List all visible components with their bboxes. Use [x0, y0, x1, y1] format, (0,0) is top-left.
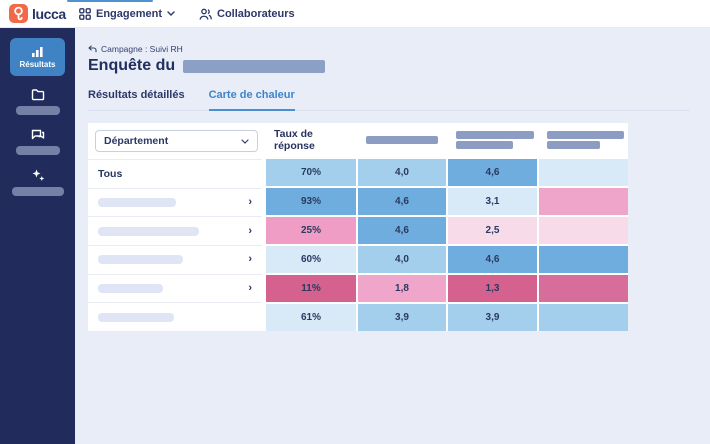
page-title: Enquête du	[88, 57, 690, 75]
redacted-label	[456, 141, 513, 149]
table-row-label-redacted[interactable]: ›	[88, 244, 262, 274]
redacted-label	[456, 131, 534, 139]
redacted-label	[98, 283, 163, 293]
redacted-label	[15, 106, 60, 115]
redacted-label	[98, 226, 199, 236]
row-expand-chevron[interactable]: ›	[248, 225, 252, 237]
lucca-logo-icon	[9, 4, 28, 23]
heatmap-cell: 4,6	[358, 188, 446, 215]
table-row-label-redacted	[88, 302, 262, 331]
nav-engagement[interactable]: Engagement	[79, 8, 175, 20]
heatmap-cell: 1,8	[358, 275, 446, 302]
redacted-label	[366, 136, 438, 144]
tab-resultats-detailles[interactable]: Résultats détaillés	[88, 89, 185, 111]
sidebar-item-redacted-3[interactable]	[11, 168, 64, 196]
redacted-label	[98, 197, 176, 207]
redacted-label	[547, 131, 624, 139]
heatmap-cell	[539, 188, 628, 215]
sparkle-icon	[32, 169, 44, 181]
heatmap-cell	[539, 217, 628, 244]
heatmap-cell: 2,5	[448, 217, 537, 244]
redacted-label	[15, 146, 60, 155]
heatmap-cell: 70%	[266, 159, 356, 186]
redacted-label	[98, 312, 174, 322]
nav-engagement-label: Engagement	[96, 7, 163, 20]
heatmap-cell	[539, 304, 628, 331]
heatmap-cell: 4,0	[358, 159, 446, 186]
heatmap-cell: 4,0	[358, 246, 446, 273]
redacted-label	[11, 187, 64, 196]
tab-carte-de-chaleur[interactable]: Carte de chaleur	[208, 89, 295, 111]
browser-tab-indicator	[67, 0, 153, 2]
sidebar-item-resultats[interactable]: Résultats	[10, 38, 65, 76]
page-title-text: Enquête du	[88, 57, 176, 74]
departement-select-value: Département	[104, 135, 169, 147]
chevron-down-icon	[241, 138, 249, 144]
row-expand-chevron[interactable]: ›	[248, 254, 252, 265]
sidebar-item-label: Résultats	[19, 59, 56, 69]
column-header-redacted	[539, 123, 628, 157]
column-header-redacted	[448, 123, 537, 157]
return-arrow-icon	[88, 45, 97, 53]
top-navigation: Engagement Collaborateurs	[69, 8, 295, 20]
chat-icon	[31, 129, 44, 140]
lucca-logo[interactable]: lucca	[0, 4, 69, 23]
table-row-label-redacted[interactable]: ›	[88, 187, 262, 217]
heatmap-table: Département Tous › › › › Taux de réponse…	[88, 123, 628, 331]
heatmap-value-grid: Taux de réponse 70% 4,0 4,6 93% 4,6 3,1	[266, 123, 628, 331]
heatmap-cell: 1,3	[448, 275, 537, 302]
redacted-label	[98, 255, 183, 265]
column-header-taux-de-reponse: Taux de réponse	[266, 123, 356, 157]
heatmap-cell: 11%	[266, 275, 356, 302]
chevron-down-icon	[167, 11, 175, 16]
heatmap-cell: 60%	[266, 246, 356, 273]
row-expand-chevron[interactable]: ›	[248, 282, 252, 294]
heatmap-filter-cell: Département	[88, 123, 262, 159]
sidebar-item-redacted-1[interactable]	[15, 89, 60, 115]
sidebar: Résultats	[0, 28, 75, 444]
heatmap-cell: 4,6	[358, 217, 446, 244]
breadcrumb[interactable]: Campagne : Suivi RH	[88, 44, 690, 54]
logo-text: lucca	[32, 5, 66, 22]
heatmap-cell: 3,9	[448, 304, 537, 331]
heatmap-cell: 3,9	[358, 304, 446, 331]
bar-chart-icon	[32, 46, 43, 57]
tab-bar: Résultats détaillés Carte de chaleur	[88, 89, 690, 111]
nav-collaborateurs-label: Collaborateurs	[217, 7, 295, 20]
column-header-redacted	[358, 123, 446, 157]
table-row-label-redacted[interactable]: ›	[88, 216, 262, 245]
row-expand-chevron[interactable]: ›	[248, 196, 252, 208]
heatmap-label-column: Département Tous › › › ›	[88, 123, 262, 331]
nav-collaborateurs[interactable]: Collaborateurs	[199, 8, 295, 20]
heatmap-cell: 25%	[266, 217, 356, 244]
heatmap-cell: 3,1	[448, 188, 537, 215]
heatmap-cell: 4,6	[448, 246, 537, 273]
redacted-title	[183, 59, 326, 73]
heatmap-cell	[539, 275, 628, 302]
heatmap-cell: 4,6	[448, 159, 537, 186]
breadcrumb-label: Campagne : Suivi RH	[101, 44, 183, 54]
table-row-label-tous: Tous	[88, 159, 262, 188]
heatmap-cell: 61%	[266, 304, 356, 331]
grid-icon	[79, 7, 91, 20]
people-icon	[199, 8, 212, 20]
departement-select[interactable]: Département	[95, 130, 258, 152]
sidebar-item-redacted-2[interactable]	[15, 128, 60, 155]
topbar: lucca Engagement Collaborateurs	[0, 0, 710, 28]
main-content: Campagne : Suivi RH Enquête du Résultats…	[75, 28, 710, 444]
redacted-label	[547, 141, 600, 149]
heatmap-cell	[539, 246, 628, 273]
table-row-label-redacted[interactable]: ›	[88, 273, 262, 303]
heatmap-cell: 93%	[266, 188, 356, 215]
folder-icon	[31, 89, 44, 101]
heatmap-cell	[539, 159, 628, 186]
